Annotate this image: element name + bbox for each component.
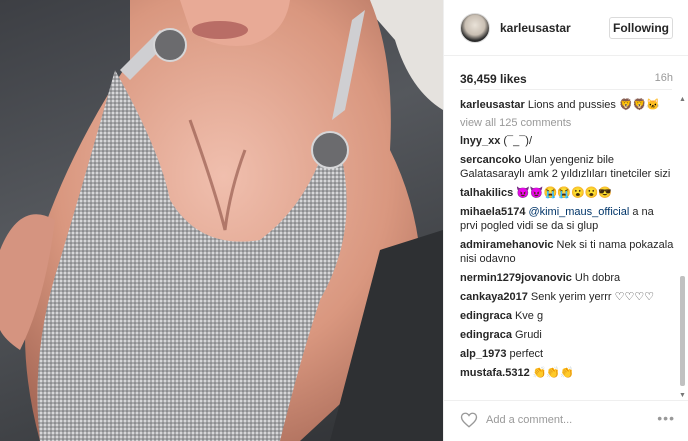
comment-username[interactable]: mustafa.5312: [460, 367, 530, 379]
post-side-panel: karleusastar Following 36,459 likes 16h …: [443, 0, 688, 441]
post-header: karleusastar Following: [444, 0, 688, 56]
caption-username[interactable]: karleusastar: [460, 99, 525, 111]
scroll-thumb[interactable]: [680, 276, 685, 386]
photo-illustration: [0, 0, 443, 441]
scroll-up-arrow-icon[interactable]: ▲: [679, 96, 686, 104]
comment-mention[interactable]: @kimi_maus_official: [528, 206, 629, 218]
comment-username[interactable]: cankaya2017: [460, 291, 528, 303]
comment-item: cankaya2017 Senk yerim yerrr ♡♡♡♡: [460, 290, 674, 304]
avatar[interactable]: [460, 13, 490, 43]
post-photo[interactable]: [0, 0, 443, 441]
scroll-down-arrow-icon[interactable]: ▼: [679, 392, 686, 400]
comment-item: lnyy_xx (¯_¯)/: [460, 134, 674, 148]
caption-text: Lions and pussies 🦁🦁🐱: [527, 99, 661, 111]
comment-username[interactable]: admiramehanovic: [460, 239, 554, 251]
comment-item: nermin1279jovanovic Uh dobra: [460, 271, 674, 285]
comment-item: edingraca Kve g: [460, 309, 674, 323]
comment-text: perfect: [509, 348, 544, 360]
username-link[interactable]: karleusastar: [500, 21, 571, 35]
comment-text: 👏👏👏: [532, 367, 574, 379]
comment-text: Kve g: [514, 310, 544, 322]
comment-username[interactable]: sercancoko: [460, 154, 521, 166]
caption: karleusastar Lions and pussies 🦁🦁🐱: [460, 98, 674, 112]
view-all-comments-link[interactable]: view all 125 comments: [460, 117, 674, 129]
more-options-icon[interactable]: •••: [657, 410, 675, 426]
comment-username[interactable]: edingraca: [460, 310, 512, 322]
comment-text: (¯_¯)/: [503, 135, 533, 147]
post-time[interactable]: 16h: [655, 72, 673, 84]
comment-text: Uh dobra: [574, 272, 621, 284]
following-button[interactable]: Following: [609, 17, 673, 39]
comment-item: edingraca Grudi: [460, 328, 674, 342]
comment-item: mihaela5174 @kimi_maus_official a na prvi…: [460, 205, 674, 233]
comment-username[interactable]: alp_1973: [460, 348, 506, 360]
comment-item: mustafa.5312 👏👏👏: [460, 366, 674, 380]
comments-list: karleusastar Lions and pussies 🦁🦁🐱 view a…: [460, 98, 674, 385]
comment-item: admiramehanovic Nek si ti nama pokazala n…: [460, 238, 674, 266]
heart-icon[interactable]: [460, 411, 478, 429]
comment-item: sercancoko Ulan yengeniz bile Galatasaray…: [460, 153, 674, 181]
comments-scrollbar[interactable]: ▲ ▼: [678, 96, 687, 400]
comment-text: 😈😈😭😭😮😮😎: [516, 187, 613, 199]
comment-footer: •••: [444, 400, 688, 441]
divider: [460, 89, 672, 90]
comment-username[interactable]: mihaela5174: [460, 206, 525, 218]
comment-item: alp_1973 perfect: [460, 347, 674, 361]
comment-username[interactable]: nermin1279jovanovic: [460, 272, 572, 284]
comment-username[interactable]: edingraca: [460, 329, 512, 341]
comment-username[interactable]: lnyy_xx: [460, 135, 500, 147]
likes-count[interactable]: 36,459 likes: [460, 72, 527, 86]
comment-text: Senk yerim yerrr ♡♡♡♡: [530, 291, 655, 303]
comment-item: talhakilics 😈😈😭😭😮😮😎: [460, 186, 674, 200]
comment-text: Grudi: [514, 329, 542, 341]
add-comment-input[interactable]: [486, 411, 646, 429]
comment-username[interactable]: talhakilics: [460, 187, 513, 199]
